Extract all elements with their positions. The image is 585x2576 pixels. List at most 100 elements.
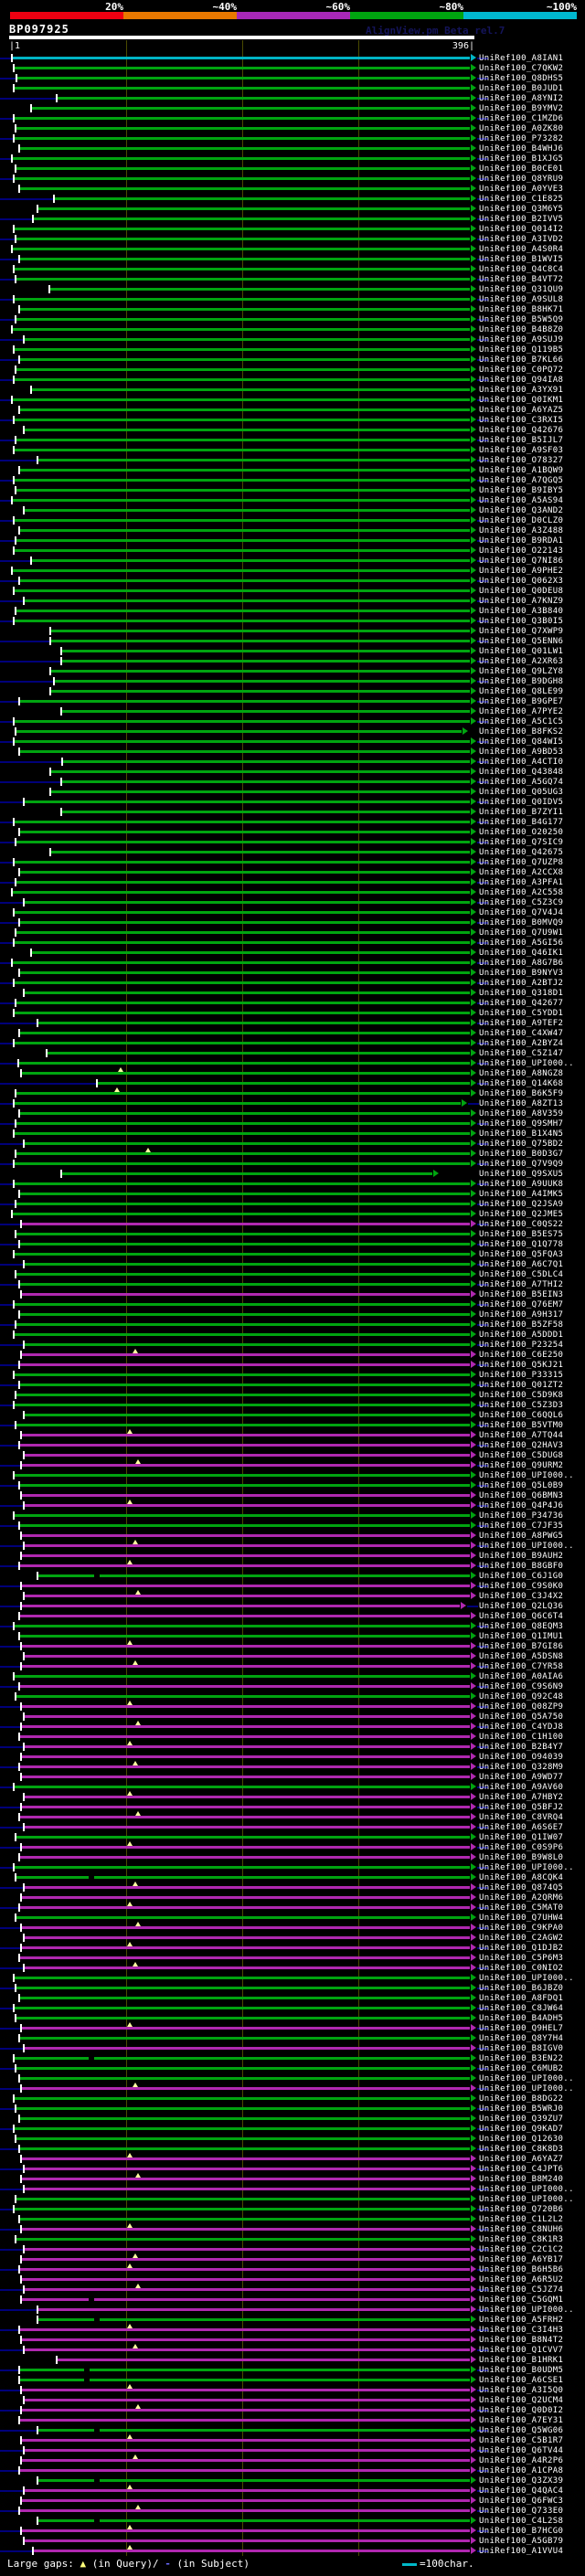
hit-label[interactable]: UniRef100_B5ZF58	[479, 1320, 563, 1330]
alignment-bar[interactable]	[13, 1514, 470, 1517]
hit-label[interactable]: UniRef100_B4ADH5	[479, 2014, 563, 2023]
hit-label[interactable]: UniRef100_A3I5Q0	[479, 2386, 563, 2395]
hit-label[interactable]: UniRef100_Q31QU9	[479, 285, 563, 294]
hit-label[interactable]: UniRef100_A2CCX8	[479, 868, 563, 877]
alignment-bar[interactable]	[30, 388, 470, 391]
alignment-bar[interactable]	[24, 1886, 470, 1889]
hit-label[interactable]: UniRef100_B0MVQ9	[479, 918, 563, 928]
alignment-bar[interactable]	[24, 2047, 470, 2050]
alignment-bar[interactable]	[21, 2278, 470, 2281]
alignment-bar[interactable]	[16, 1424, 470, 1426]
alignment-bar[interactable]	[24, 2449, 470, 2452]
hit-label[interactable]: UniRef100_C1E825	[479, 195, 563, 204]
alignment-bar[interactable]	[21, 2409, 470, 2412]
hit-label[interactable]: UniRef100_A1CPA8	[479, 2466, 563, 2475]
alignment-bar[interactable]	[21, 1223, 470, 1225]
hit-label[interactable]: UniRef100_Q7UHW4	[479, 1913, 563, 1923]
hit-label[interactable]: UniRef100_A6YB17	[479, 2255, 563, 2264]
alignment-bar[interactable]	[18, 1444, 470, 1447]
alignment-bar[interactable]	[37, 2479, 470, 2482]
alignment-bar[interactable]	[48, 288, 470, 291]
hit-label[interactable]: UniRef100_B1WVI5	[479, 255, 563, 264]
alignment-bar[interactable]	[13, 720, 470, 723]
hit-label[interactable]: UniRef100_Q5ENN6	[479, 637, 563, 646]
alignment-bar[interactable]	[21, 2499, 470, 2502]
alignment-bar[interactable]	[13, 519, 470, 522]
hit-label[interactable]: UniRef100_O78327	[479, 456, 563, 465]
hit-label[interactable]: UniRef100_Q9SMH7	[479, 1119, 563, 1129]
alignment-bar[interactable]	[18, 2218, 470, 2221]
alignment-bar[interactable]	[37, 2519, 470, 2522]
alignment-bar[interactable]	[13, 1404, 470, 1406]
hit-label[interactable]: UniRef100_UPI000..	[479, 1863, 574, 1872]
hit-label[interactable]: UniRef100_C8NUH6	[479, 2225, 563, 2234]
hit-label[interactable]: UniRef100_B9YMV2	[479, 104, 563, 113]
alignment-bar[interactable]	[21, 1926, 470, 1929]
alignment-bar[interactable]	[18, 1484, 470, 1487]
hit-label[interactable]: UniRef100_C7YR58	[479, 1662, 563, 1671]
hit-label[interactable]: UniRef100_Q8Y7H4	[479, 2034, 563, 2043]
alignment-bar[interactable]	[16, 1002, 470, 1004]
hit-label[interactable]: UniRef100_O22143	[479, 546, 563, 556]
hit-label[interactable]: UniRef100_C0S9P6	[479, 1843, 563, 1852]
hit-label[interactable]: UniRef100_Q9URM2	[479, 1461, 563, 1470]
hit-label[interactable]: UniRef100_A2QRM6	[479, 1893, 563, 1903]
hit-label[interactable]: UniRef100_Q3AND2	[479, 506, 563, 515]
hit-label[interactable]: UniRef100_A8NGZ8	[479, 1069, 563, 1078]
alignment-bar[interactable]	[18, 408, 470, 411]
alignment-bar[interactable]	[24, 800, 470, 803]
alignment-bar[interactable]	[13, 1012, 470, 1014]
hit-label[interactable]: UniRef100_Q9HEL7	[479, 2024, 563, 2033]
alignment-bar[interactable]	[37, 2308, 470, 2311]
hit-label[interactable]: UniRef100_B5IJL7	[479, 436, 563, 445]
hit-label[interactable]: UniRef100_A9TEF2	[479, 1019, 563, 1028]
hit-label[interactable]: UniRef100_C5D9K8	[479, 1391, 563, 1400]
alignment-bar[interactable]	[12, 1213, 470, 1215]
hit-label[interactable]: UniRef100_C5JZ74	[479, 2285, 563, 2295]
alignment-bar[interactable]	[24, 2288, 470, 2291]
alignment-bar[interactable]	[18, 1363, 470, 1366]
alignment-bar[interactable]	[21, 2258, 470, 2261]
hit-label[interactable]: UniRef100_D0CLZ0	[479, 516, 563, 525]
alignment-bar[interactable]	[16, 1323, 470, 1326]
alignment-bar[interactable]	[37, 459, 470, 461]
alignment-bar[interactable]	[13, 137, 470, 140]
hit-label[interactable]: UniRef100_A4S0R4	[479, 245, 563, 254]
alignment-bar[interactable]	[21, 1755, 470, 1758]
hit-label[interactable]: UniRef100_B9AUH2	[479, 1552, 563, 1561]
hit-label[interactable]: UniRef100_A6YAZ7	[479, 2155, 563, 2164]
alignment-bar[interactable]	[24, 429, 470, 431]
alignment-bar[interactable]	[18, 1906, 470, 1909]
hit-label[interactable]: UniRef100_Q5BFJ2	[479, 1803, 563, 1812]
alignment-bar[interactable]	[16, 1092, 470, 1095]
hit-label[interactable]: UniRef100_A4IMK5	[479, 1190, 563, 1199]
alignment-bar[interactable]	[16, 2198, 470, 2200]
hit-label[interactable]: UniRef100_Q8EQM3	[479, 1622, 563, 1631]
hit-label[interactable]: UniRef100_Q0DEU8	[479, 587, 563, 596]
alignment-bar[interactable]	[24, 1796, 470, 1798]
hit-label[interactable]: UniRef100_Q062X3	[479, 577, 563, 586]
alignment-bar[interactable]	[18, 2419, 470, 2422]
hit-label[interactable]: UniRef100_Q01ZT2	[479, 1381, 563, 1390]
hit-label[interactable]: UniRef100_C7QKW2	[479, 64, 563, 73]
alignment-bar[interactable]	[30, 559, 470, 562]
hit-label[interactable]: UniRef100_C8K8D3	[479, 2145, 563, 2154]
hit-label[interactable]: UniRef100_A8V359	[479, 1109, 563, 1118]
alignment-bar[interactable]	[16, 2067, 470, 2070]
alignment-bar[interactable]	[37, 2429, 470, 2432]
hit-label[interactable]: UniRef100_B0D3G7	[479, 1150, 563, 1159]
hit-label[interactable]: UniRef100_Q4P4J6	[479, 1501, 563, 1511]
hit-label[interactable]: UniRef100_A4CTI0	[479, 758, 563, 767]
hit-label[interactable]: UniRef100_A7QGQ5	[479, 476, 563, 485]
alignment-bar[interactable]	[13, 67, 470, 69]
alignment-bar[interactable]	[21, 2087, 470, 2090]
hit-label[interactable]: UniRef100_A8YNI2	[479, 94, 563, 103]
hit-label[interactable]: UniRef100_B8FKS2	[479, 727, 563, 737]
alignment-bar[interactable]	[12, 499, 470, 502]
alignment-bar[interactable]	[30, 951, 470, 954]
hit-label[interactable]: UniRef100_A2XR63	[479, 657, 563, 666]
hit-label[interactable]: UniRef100_Q014I2	[479, 225, 563, 234]
hit-label[interactable]: UniRef100_A9SUJ9	[479, 335, 563, 345]
alignment-bar[interactable]	[18, 1313, 470, 1316]
alignment-bar[interactable]	[13, 1786, 470, 1788]
